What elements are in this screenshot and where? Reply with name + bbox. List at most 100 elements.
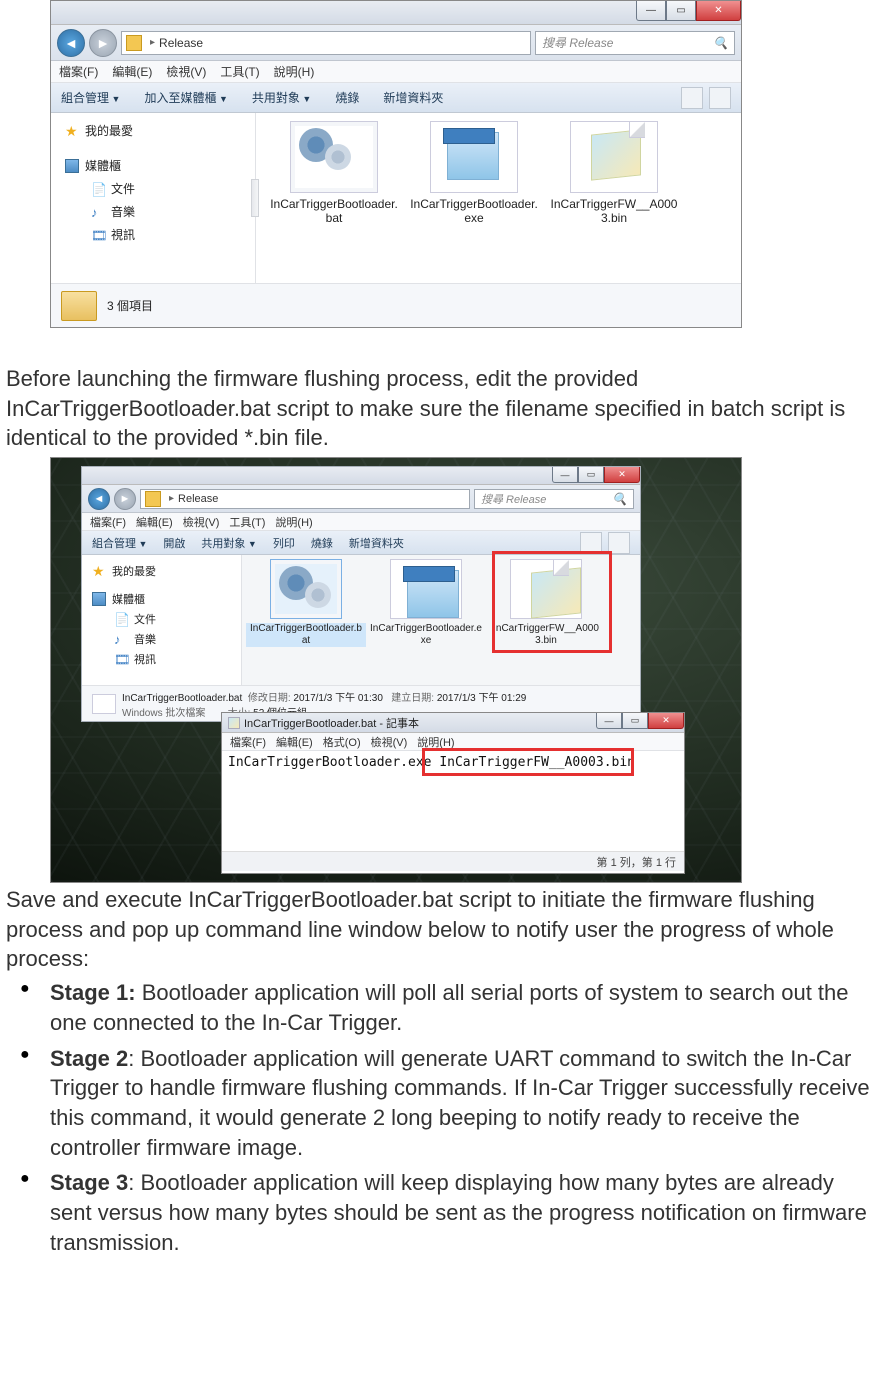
file-item-bat[interactable]: InCarTriggerBootloader.bat xyxy=(246,559,366,681)
menu-file[interactable]: 檔案(F) xyxy=(90,514,126,530)
toolbar-include-lib[interactable]: 加入至媒體櫃 xyxy=(144,89,227,106)
stage-1-text: Bootloader application will poll all ser… xyxy=(50,980,849,1035)
maximize-button[interactable]: ▭ xyxy=(578,467,604,483)
menu-tools[interactable]: 工具(T) xyxy=(229,514,265,530)
breadcrumb-segment[interactable]: Release xyxy=(178,493,218,505)
toolbar-open[interactable]: 開啟 xyxy=(163,535,185,551)
search-icon: 🔍 xyxy=(612,492,627,506)
menu-help[interactable]: 說明(H) xyxy=(275,514,312,530)
sidebar-music[interactable]: ♪音樂 xyxy=(82,629,241,649)
toolbar-new-folder[interactable]: 新增資料夾 xyxy=(349,535,404,551)
search-placeholder: 搜尋 Release xyxy=(542,34,613,51)
explorer-window-1: — ▭ ✕ ◄ ► ▸ Release 搜尋 Release 🔍 檔案(F) 編… xyxy=(50,0,742,328)
toolbar-new-folder[interactable]: 新增資料夾 xyxy=(383,89,443,106)
file-list[interactable]: InCarTriggerBootloader.bat InCarTriggerB… xyxy=(256,113,741,283)
toolbar-organize[interactable]: 組合管理 xyxy=(61,89,120,106)
sidebar-favorites[interactable]: ★我的最愛 xyxy=(51,119,255,142)
music-icon: ♪ xyxy=(114,632,128,646)
stage-3-text: : Bootloader application will keep displ… xyxy=(50,1170,867,1254)
menu-view[interactable]: 檢視(V) xyxy=(183,514,220,530)
status-bar: 第 1 列，第 1 行 xyxy=(222,851,684,871)
file-label: InCarTriggerBootloader.bat xyxy=(264,197,404,226)
library-icon xyxy=(65,159,79,173)
sidebar-libraries[interactable]: 媒體櫃 xyxy=(51,154,255,177)
back-button[interactable]: ◄ xyxy=(88,488,110,510)
sidebar-documents[interactable]: 📄文件 xyxy=(82,609,241,629)
cursor-position: 第 1 列，第 1 行 xyxy=(597,854,676,870)
menu-bar: 檔案(F) 編輯(E) 檢視(V) 工具(T) 說明(H) xyxy=(82,513,640,531)
sidebar-music[interactable]: ♪音樂 xyxy=(51,200,255,223)
documents-icon: 📄 xyxy=(91,182,105,196)
menu-format[interactable]: 格式(O) xyxy=(323,734,361,750)
toolbar-print[interactable]: 列印 xyxy=(273,535,295,551)
close-button[interactable]: ✕ xyxy=(696,1,741,21)
minimize-button[interactable]: — xyxy=(596,713,622,729)
maximize-button[interactable]: ▭ xyxy=(622,713,648,729)
sidebar-favorites[interactable]: ★我的最愛 xyxy=(82,561,241,581)
toolbar-organize[interactable]: 組合管理 xyxy=(92,535,147,551)
menu-edit[interactable]: 編輯(E) xyxy=(112,63,152,80)
status-file-type: Windows 批次檔案 xyxy=(122,708,205,719)
bin-file-icon xyxy=(570,121,658,193)
file-label: InCarTriggerBootloader.exe xyxy=(366,623,486,647)
menu-file[interactable]: 檔案(F) xyxy=(230,734,266,750)
titlebar[interactable]: — ▭ ✕ xyxy=(82,467,640,485)
menu-tools[interactable]: 工具(T) xyxy=(220,63,259,80)
forward-button[interactable]: ► xyxy=(89,29,117,57)
preview-pane-icon[interactable] xyxy=(608,532,630,554)
sidebar-documents[interactable]: 📄文件 xyxy=(51,177,255,200)
folder-icon xyxy=(145,491,161,507)
file-list[interactable]: InCarTriggerBootloader.bat InCarTriggerB… xyxy=(242,555,640,685)
notepad-window: InCarTriggerBootloader.bat - 記事本 — ▭ ✕ 檔… xyxy=(221,712,685,874)
view-options-icon[interactable] xyxy=(580,532,602,554)
menu-help[interactable]: 說明(H) xyxy=(417,734,454,750)
star-icon: ★ xyxy=(92,564,106,578)
stage-2: Stage 2: Bootloader application will gen… xyxy=(6,1044,876,1169)
instruction-paragraph-1: Before launching the firmware flushing p… xyxy=(0,364,882,453)
file-item-bin[interactable]: InCarTriggerFW__A0003.bin xyxy=(486,559,606,681)
menu-help[interactable]: 說明(H) xyxy=(274,63,315,80)
menu-file[interactable]: 檔案(F) xyxy=(59,63,98,80)
toolbar-burn[interactable]: 燒錄 xyxy=(311,535,333,551)
text-editor-area[interactable]: InCarTriggerBootloader.exe InCarTriggerF… xyxy=(222,751,684,851)
minimize-button[interactable]: — xyxy=(552,467,578,483)
breadcrumb-segment[interactable]: Release xyxy=(159,36,203,50)
toolbar-burn[interactable]: 燒錄 xyxy=(335,89,359,106)
back-button[interactable]: ◄ xyxy=(57,29,85,57)
breadcrumb[interactable]: ▸ Release xyxy=(140,489,470,509)
toolbar-share[interactable]: 共用對象 xyxy=(252,89,311,106)
minimize-button[interactable]: — xyxy=(636,1,666,21)
file-item-bat[interactable]: InCarTriggerBootloader.bat xyxy=(264,121,404,275)
titlebar[interactable]: InCarTriggerBootloader.bat - 記事本 — ▭ ✕ xyxy=(222,713,684,733)
menu-view[interactable]: 檢視(V) xyxy=(166,63,206,80)
splitter-handle[interactable] xyxy=(251,179,259,217)
menu-view[interactable]: 檢視(V) xyxy=(371,734,408,750)
stage-3: Stage 3: Bootloader application will kee… xyxy=(6,1168,876,1263)
forward-button[interactable]: ► xyxy=(114,488,136,510)
toolbar-share[interactable]: 共用對象 xyxy=(201,535,256,551)
status-create-label: 建立日期: xyxy=(391,693,434,704)
sidebar-videos[interactable]: 🎞視訊 xyxy=(82,649,241,669)
view-options-icon[interactable] xyxy=(681,87,703,109)
folder-icon xyxy=(61,291,97,321)
command-bar: 組合管理 開啟 共用對象 列印 燒錄 新增資料夾 xyxy=(82,531,640,555)
status-mod-label: 修改日期: xyxy=(248,693,291,704)
sidebar-libraries[interactable]: 媒體櫃 xyxy=(82,589,241,609)
search-input[interactable]: 搜尋 Release 🔍 xyxy=(535,31,735,55)
preview-pane-icon[interactable] xyxy=(709,87,731,109)
close-button[interactable]: ✕ xyxy=(648,713,684,729)
sidebar-videos[interactable]: 🎞視訊 xyxy=(51,223,255,246)
breadcrumb[interactable]: ▸ Release xyxy=(121,31,531,55)
menu-edit[interactable]: 編輯(E) xyxy=(136,514,173,530)
search-placeholder: 搜尋 Release xyxy=(481,491,546,507)
explorer-window-2: — ▭ ✕ ◄ ► ▸ Release 搜尋 Release 🔍 檔案(F) 編… xyxy=(81,466,641,722)
file-item-exe[interactable]: InCarTriggerBootloader.exe xyxy=(404,121,544,275)
explorer-body: ★我的最愛 媒體櫃 📄文件 ♪音樂 🎞視訊 InCarTriggerBootlo… xyxy=(82,555,640,685)
file-item-exe[interactable]: InCarTriggerBootloader.exe xyxy=(366,559,486,681)
search-input[interactable]: 搜尋 Release 🔍 xyxy=(474,489,634,509)
file-item-bin[interactable]: InCarTriggerFW__A0003.bin xyxy=(544,121,684,275)
maximize-button[interactable]: ▭ xyxy=(666,1,696,21)
titlebar[interactable]: — ▭ ✕ xyxy=(51,1,741,25)
close-button[interactable]: ✕ xyxy=(604,467,640,483)
menu-edit[interactable]: 編輯(E) xyxy=(276,734,313,750)
